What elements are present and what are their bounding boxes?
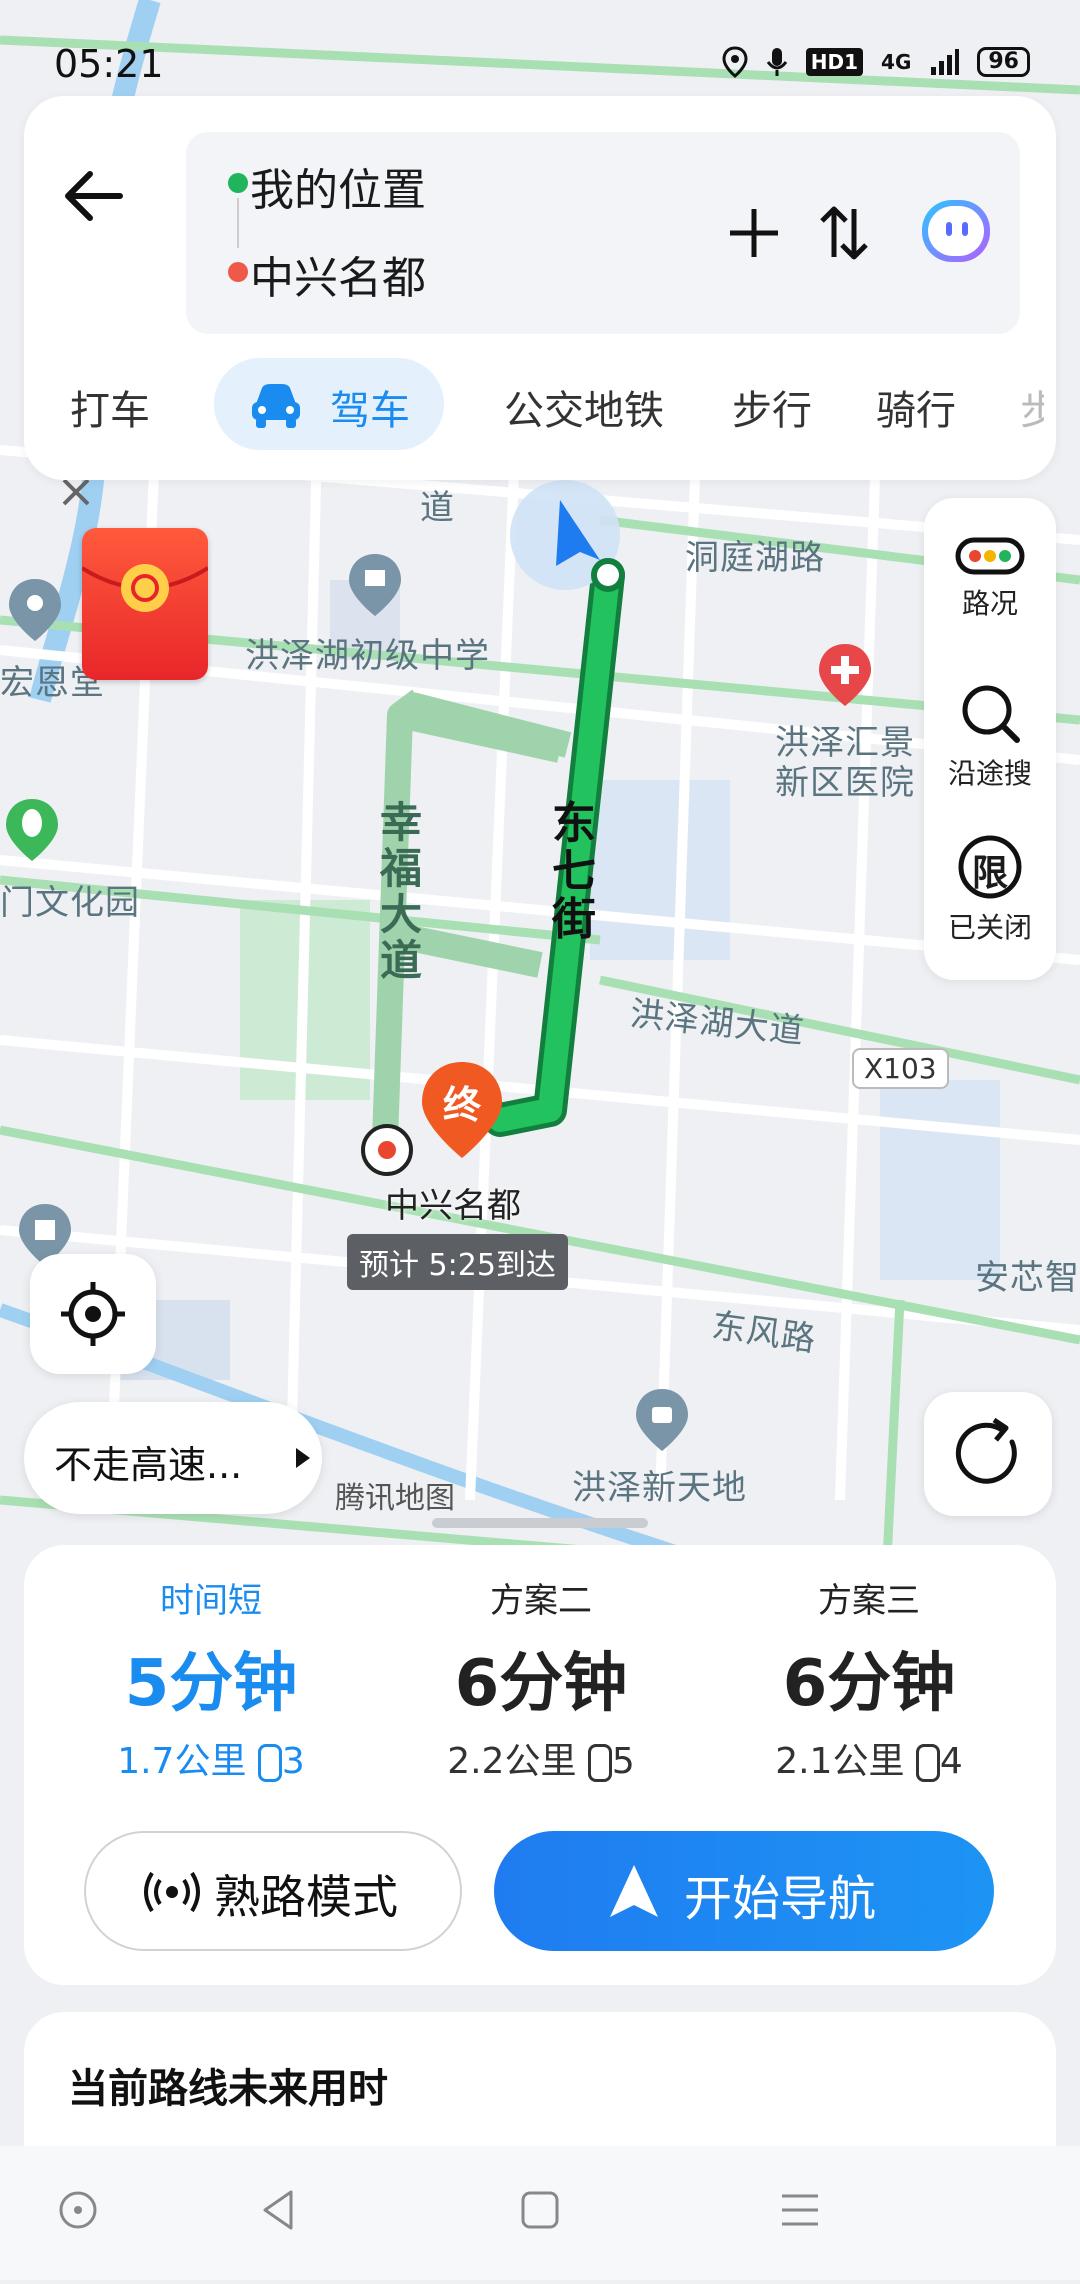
eta-bubble: 预计 5:25到达 xyxy=(347,1234,568,1290)
assistant-nav-icon[interactable] xyxy=(54,2186,102,2234)
add-waypoint-icon[interactable] xyxy=(722,201,786,265)
home-nav-icon[interactable] xyxy=(516,2186,564,2234)
future-duration-title: 当前路线未来用时 xyxy=(68,2066,388,2112)
search-icon xyxy=(962,685,1020,743)
hd-icon: HD1 xyxy=(805,48,864,76)
map-tools-panel: 路况 沿途搜 限 已关闭 xyxy=(924,498,1056,980)
destination-dot-icon xyxy=(228,262,248,282)
tencent-map-logo: 腾讯地图 xyxy=(335,1481,455,1516)
hospital-poi-icon[interactable] xyxy=(815,640,875,710)
route-option-2[interactable]: 方案二 6分钟 2.2公里 5 xyxy=(376,1573,706,1784)
ai-assistant-icon[interactable] xyxy=(916,192,996,272)
tab-taxi[interactable]: 打车 xyxy=(70,378,150,436)
search-along-button[interactable]: 沿途搜 xyxy=(924,678,1056,792)
route-input-card: 我的位置 中兴名都 打车 驾车 公交地铁 步行 骑行 步 xyxy=(24,96,1056,480)
navigation-arrow-icon xyxy=(610,1865,658,1917)
traffic-light-count-icon xyxy=(915,1744,940,1782)
battery-icon: 96 xyxy=(977,47,1030,77)
destination-marker[interactable]: 终 xyxy=(420,1060,504,1160)
traffic-light-icon xyxy=(955,537,1025,575)
destination-field[interactable]: 中兴名都 xyxy=(250,242,426,306)
school-poi-icon[interactable] xyxy=(345,550,405,620)
red-envelope-icon xyxy=(80,564,210,612)
map-label-dongting-road: 洞庭湖路 xyxy=(685,538,825,578)
traffic-light-count-icon xyxy=(257,1744,282,1782)
destination-label: 中兴名都 xyxy=(385,1186,521,1226)
red-envelope-promo[interactable] xyxy=(80,528,210,680)
mall-poi-icon[interactable] xyxy=(632,1385,692,1455)
route-connector xyxy=(237,198,239,248)
traffic-restriction-button[interactable]: 限 已关闭 xyxy=(924,832,1056,946)
signal-icon: 4G xyxy=(881,50,912,74)
locate-button[interactable] xyxy=(30,1254,156,1374)
map-label-xingfu-road: 幸福大道 xyxy=(380,798,423,985)
caret-right-icon xyxy=(296,1448,310,1468)
traffic-button[interactable]: 路况 xyxy=(924,534,1056,622)
tab-transit[interactable]: 公交地铁 xyxy=(504,378,664,436)
cellular-bars-icon xyxy=(931,49,960,75)
route-preference-button[interactable]: 不走高速... xyxy=(24,1402,322,1514)
route-option-1[interactable]: 时间短 5分钟 1.7公里 3 xyxy=(46,1573,376,1784)
travel-mode-tabs: 打车 驾车 公交地铁 步行 骑行 步 xyxy=(24,358,1056,454)
map-label-dao: 道 xyxy=(420,488,455,528)
map-label-culture-park: 门文化园 xyxy=(0,883,140,923)
status-bar: 05:21 HD1 4G 96 xyxy=(0,0,1080,95)
broadcast-icon xyxy=(144,1871,200,1913)
map-label-xintiandi: 洪泽新天地 xyxy=(572,1468,747,1508)
menu-nav-icon[interactable] xyxy=(776,2186,824,2234)
start-navigation-button[interactable]: 开始导航 xyxy=(494,1831,994,1951)
system-nav-bar xyxy=(0,2146,1080,2280)
crosshair-icon xyxy=(61,1282,125,1346)
location-icon xyxy=(722,46,748,78)
route-options-card: 时间短 5分钟 1.7公里 3 方案二 6分钟 2.2公里 5 方案三 6分钟 … xyxy=(24,1545,1056,1985)
route-option-3[interactable]: 方案三 6分钟 2.1公里 4 xyxy=(704,1573,1034,1784)
map-label-dongqi-street: 东七街 xyxy=(552,798,596,945)
tab-walk[interactable]: 步行 xyxy=(732,378,812,436)
origin-dot-icon xyxy=(228,173,248,193)
car-icon xyxy=(252,384,300,428)
microphone-icon xyxy=(766,48,787,76)
park-poi-icon[interactable] xyxy=(2,795,62,865)
sheet-drag-handle[interactable] xyxy=(432,1518,648,1528)
map-label-anxin: 安芯智 xyxy=(975,1258,1080,1298)
place-poi-icon[interactable] xyxy=(5,575,65,645)
swap-route-icon[interactable] xyxy=(812,201,876,265)
map-label-school: 洪泽湖初级中学 xyxy=(245,636,490,676)
refresh-icon xyxy=(955,1417,1017,1484)
route-box: 我的位置 中兴名都 xyxy=(186,132,1020,334)
tab-more[interactable]: 步 xyxy=(1020,378,1044,436)
road-shield-x103: X103 xyxy=(852,1048,949,1089)
back-nav-icon[interactable] xyxy=(255,2186,303,2234)
traffic-light-count-icon xyxy=(587,1744,612,1782)
back-arrow-icon[interactable] xyxy=(54,156,134,236)
familiar-road-mode-button[interactable]: 熟路模式 xyxy=(84,1831,462,1951)
map-label-hospital-2: 新区医院 xyxy=(775,763,915,803)
refresh-button[interactable] xyxy=(924,1392,1052,1516)
origin-field[interactable]: 我的位置 xyxy=(250,154,426,218)
tab-ride[interactable]: 骑行 xyxy=(876,378,956,436)
tab-drive[interactable]: 驾车 xyxy=(330,378,410,436)
status-time: 05:21 xyxy=(54,42,164,86)
